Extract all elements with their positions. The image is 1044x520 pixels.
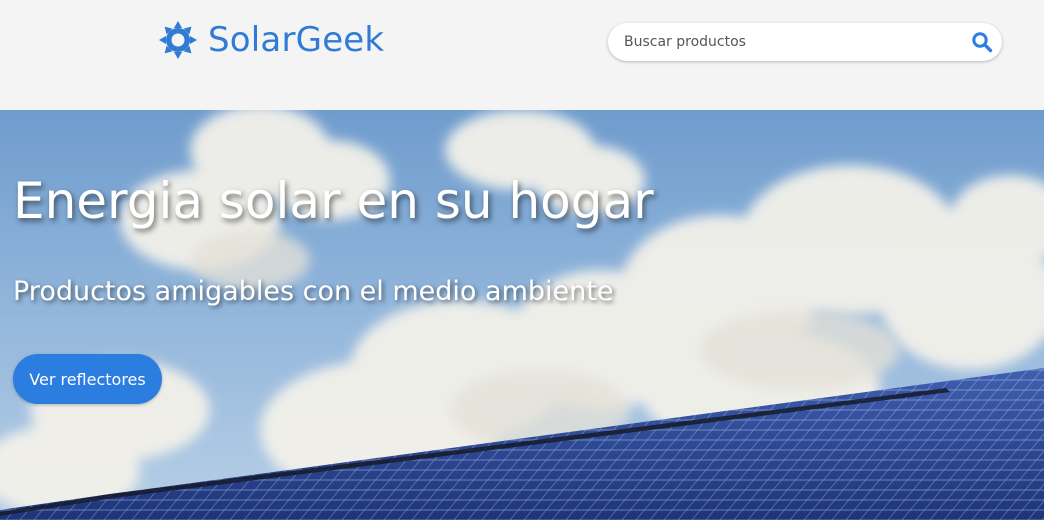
- hero-title: Energia solar en su hogar: [13, 172, 654, 230]
- hero-subtitle: Productos amigables con el medio ambient…: [13, 276, 614, 307]
- brand-name: SolarGeek: [208, 20, 385, 60]
- sun-icon: [159, 21, 197, 59]
- hero-banner: Energia solar en su hogar Productos amig…: [0, 110, 1044, 520]
- search-bar: [608, 23, 1002, 61]
- search-input[interactable]: [624, 23, 954, 61]
- search-icon[interactable]: [970, 30, 994, 54]
- site-header: SolarGeek: [0, 0, 1044, 110]
- brand-logo[interactable]: SolarGeek: [158, 18, 384, 62]
- view-reflectors-button[interactable]: Ver reflectores: [13, 354, 162, 404]
